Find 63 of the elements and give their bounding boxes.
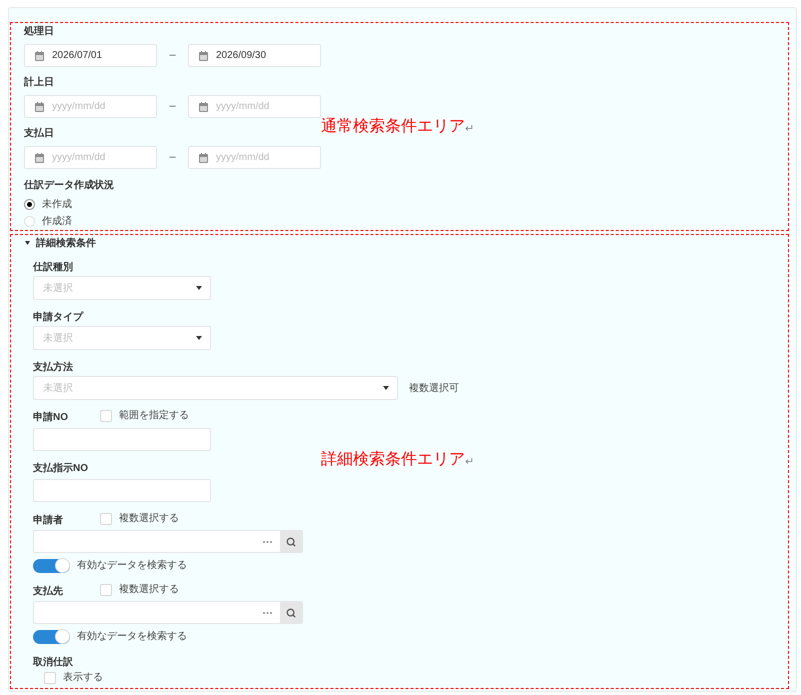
hint-text: 複数選択可 (409, 382, 459, 396)
date-field[interactable]: 2026/07/01 (24, 44, 157, 67)
toggle-switch[interactable] (33, 558, 70, 572)
annotation-text: 通常検索条件エリア (321, 117, 465, 137)
field-label: 支払方法 (33, 362, 73, 373)
field-label: 処理日 (24, 25, 54, 39)
field-label: 申請NO (33, 412, 68, 423)
date-field[interactable]: yyyy/mm/dd (188, 146, 321, 169)
calendar-icon (35, 50, 44, 60)
search-icon (286, 536, 296, 546)
toggle-label: 有効なデータを検索する (77, 558, 187, 573)
lookup-field[interactable] (33, 530, 303, 553)
caret-icon (383, 386, 389, 390)
range-separator: – (168, 150, 177, 166)
select-dropdown[interactable]: 未選択 (33, 376, 398, 400)
return-mark: ↵ (465, 455, 474, 470)
radio-label: 作成済 (42, 214, 72, 229)
caret-icon (25, 241, 30, 245)
calendar-icon (35, 102, 44, 112)
text-field[interactable] (33, 428, 211, 451)
field-label: 支払先 (33, 586, 63, 597)
field-label: 仕訳種別 (33, 262, 73, 273)
select-dropdown[interactable]: 未選択 (33, 276, 211, 300)
range-separator: – (168, 99, 177, 114)
search-button[interactable] (280, 602, 302, 623)
checkbox[interactable] (100, 410, 112, 422)
date-field[interactable]: yyyy/mm/dd (24, 95, 157, 118)
checkbox-label: 複数選択する (119, 583, 179, 597)
field-label: 申請者 (33, 515, 63, 526)
field-label: 支払指示NO (33, 463, 88, 474)
date-field[interactable]: 2026/09/30 (188, 44, 321, 67)
search-icon (286, 608, 296, 618)
checkbox-label: 表示する (63, 671, 103, 685)
radio-label: 未作成 (42, 198, 72, 212)
section-toggle[interactable]: 詳細検索条件 (25, 236, 788, 250)
range-separator: – (168, 48, 177, 64)
field-label: 申請タイプ (33, 312, 83, 323)
calendar-icon (199, 152, 208, 162)
field-label: 計上日 (24, 76, 54, 90)
checkbox-label: 複数選択する (119, 512, 179, 526)
field-label: 支払日 (24, 127, 54, 141)
calendar-icon (35, 152, 44, 162)
checkbox-label: 範囲を指定する (119, 409, 189, 423)
radio-button[interactable] (24, 199, 35, 210)
caret-icon (196, 286, 202, 290)
annotation-text: 詳細検索条件エリア (321, 450, 465, 470)
text-field[interactable] (33, 479, 211, 502)
field-label: 仕訳データ作成状況 (24, 179, 114, 193)
date-field[interactable]: yyyy/mm/dd (24, 146, 157, 169)
toggle-switch[interactable] (33, 630, 70, 644)
checkbox[interactable] (100, 513, 112, 525)
select-dropdown[interactable]: 未選択 (33, 326, 211, 350)
calendar-icon (199, 102, 208, 112)
date-field[interactable]: yyyy/mm/dd (188, 95, 321, 118)
return-mark: ↵ (465, 122, 474, 137)
checkbox[interactable] (44, 672, 56, 684)
toggle-label: 有効なデータを検索する (77, 630, 187, 644)
calendar-icon (199, 50, 208, 60)
search-button[interactable] (280, 531, 302, 552)
lookup-field[interactable] (33, 601, 303, 624)
checkbox[interactable] (100, 584, 112, 596)
field-label: 取消仕訳 (33, 657, 73, 668)
caret-icon (196, 336, 202, 340)
